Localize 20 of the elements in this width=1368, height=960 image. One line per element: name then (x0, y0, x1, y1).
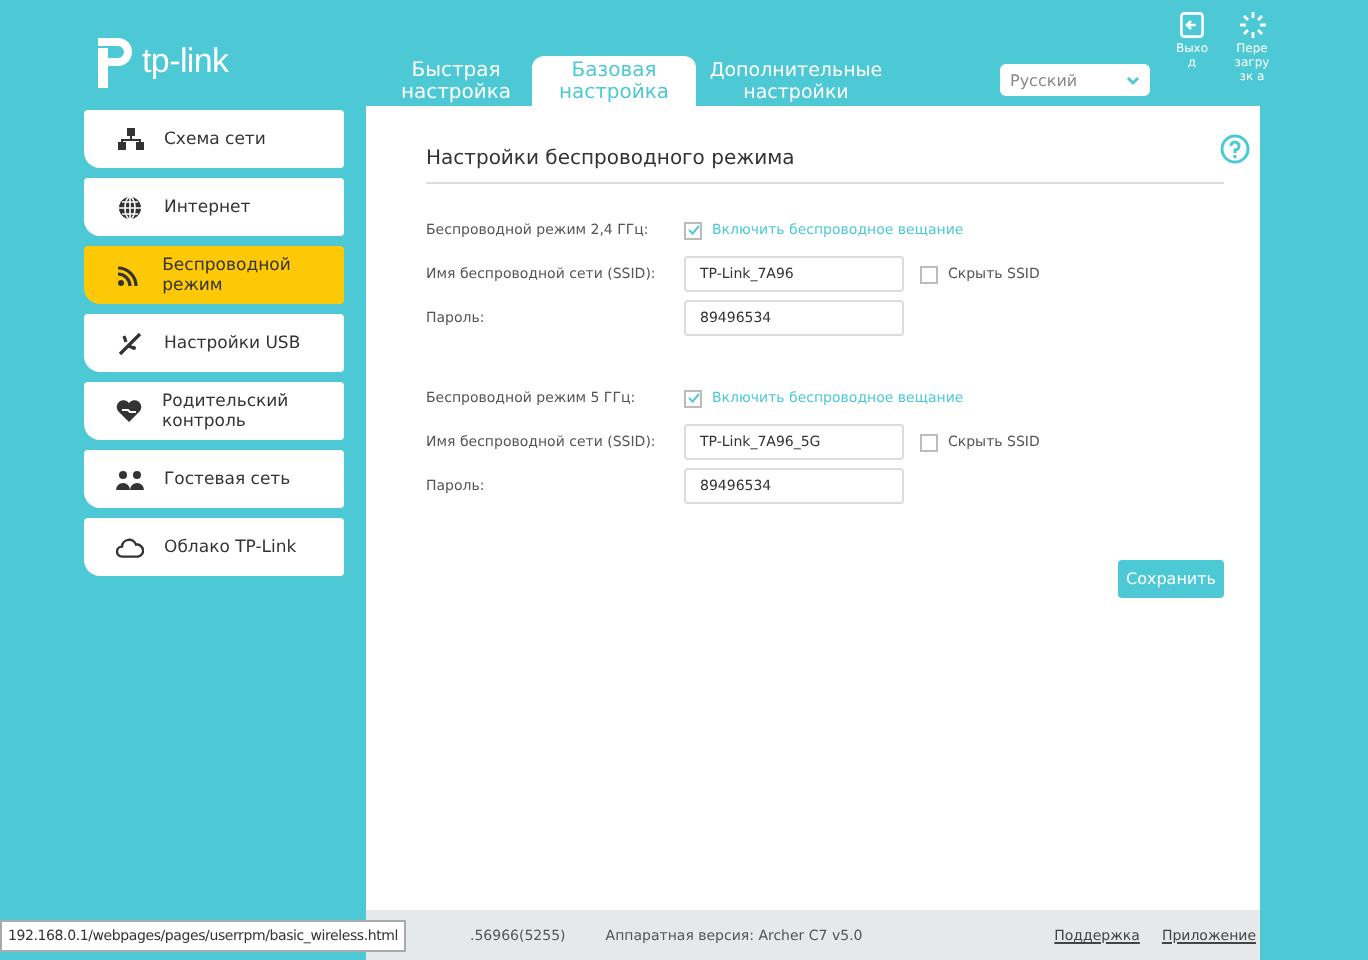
sidebar-item[interactable]: Интернет (84, 178, 344, 236)
chevron-icon (1126, 75, 1140, 85)
sidebar-item[interactable]: Облако TP-Link (84, 518, 344, 576)
sidebar-item[interactable]: Настройки USB (84, 314, 344, 372)
logo-text: tp-link (142, 41, 229, 81)
cloud-icon (116, 537, 144, 557)
logout-icon (1180, 12, 1204, 38)
language-select[interactable]: Русский (1000, 64, 1150, 96)
people-icon (116, 469, 144, 489)
section-title: Настройки беспроводного режима (426, 148, 1224, 184)
network-icon (117, 128, 143, 150)
globe-icon (118, 195, 142, 219)
spinner-icon (1239, 12, 1265, 38)
sidebar-item[interactable]: Гостевая сеть (84, 450, 344, 508)
signal-icon (118, 264, 141, 286)
heart-icon (116, 400, 142, 422)
sidebar-item[interactable]: Схема сети (84, 110, 344, 168)
help-icon[interactable] (1220, 134, 1250, 164)
sidebar-item[interactable]: Беспроводной режим (84, 246, 344, 304)
sidebar-item[interactable]: Родительский контроль (84, 382, 344, 440)
